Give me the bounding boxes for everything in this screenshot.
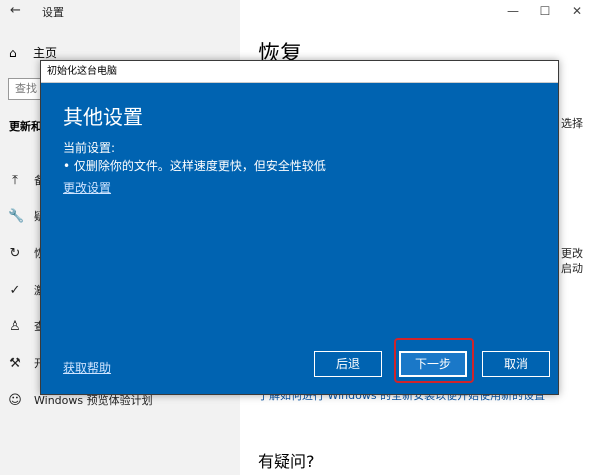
maximize-icon[interactable]: ☐ <box>529 2 561 20</box>
dialog-heading: 其他设置 <box>63 105 143 129</box>
current-settings-label: 当前设置: <box>63 141 116 155</box>
back-arrow-icon[interactable]: ← <box>10 3 21 18</box>
home-icon: ⌂ <box>9 45 17 60</box>
cancel-button[interactable]: 取消 <box>482 351 550 377</box>
home-label: 主页 <box>33 46 58 60</box>
window-controls: — ☐ ✕ <box>497 2 593 20</box>
wrench-icon: 🔧 <box>8 208 25 224</box>
close-icon[interactable]: ✕ <box>561 2 593 20</box>
upload-icon: ⤒ <box>12 172 18 188</box>
history-icon: ↻ <box>9 245 21 261</box>
person-icon: ♙ <box>9 318 21 334</box>
text-fragment: 启动 <box>561 262 583 275</box>
reset-pc-dialog: 初始化这台电脑 其他设置 当前设置: • 仅删除你的文件。这样速度更快，但安全性… <box>40 60 559 395</box>
app-title: 设置 <box>42 6 64 19</box>
insider-icon: ☺ <box>8 392 22 408</box>
current-settings-item: • 仅删除你的文件。这样速度更快，但安全性较低 <box>63 159 326 173</box>
get-help-link[interactable]: 获取帮助 <box>63 359 111 376</box>
next-button-highlight <box>394 338 474 383</box>
settings-titlebar: ← 设置 — ☐ ✕ <box>0 0 599 24</box>
section-label: 更新和 <box>9 120 42 133</box>
dialog-titlebar: 初始化这台电脑 <box>41 61 558 83</box>
developer-icon: ⚒ <box>9 355 21 371</box>
question-heading: 有疑问? <box>258 452 315 471</box>
change-settings-link[interactable]: 更改设置 <box>63 179 111 196</box>
sidebar-home[interactable]: ⌂ 主页 <box>9 44 57 61</box>
minimize-icon[interactable]: — <box>497 2 529 20</box>
text-fragment: 更改 <box>561 247 583 260</box>
check-circle-icon: ✓ <box>9 282 21 298</box>
back-button[interactable]: 后退 <box>314 351 382 377</box>
text-fragment: 选择 <box>561 117 583 130</box>
